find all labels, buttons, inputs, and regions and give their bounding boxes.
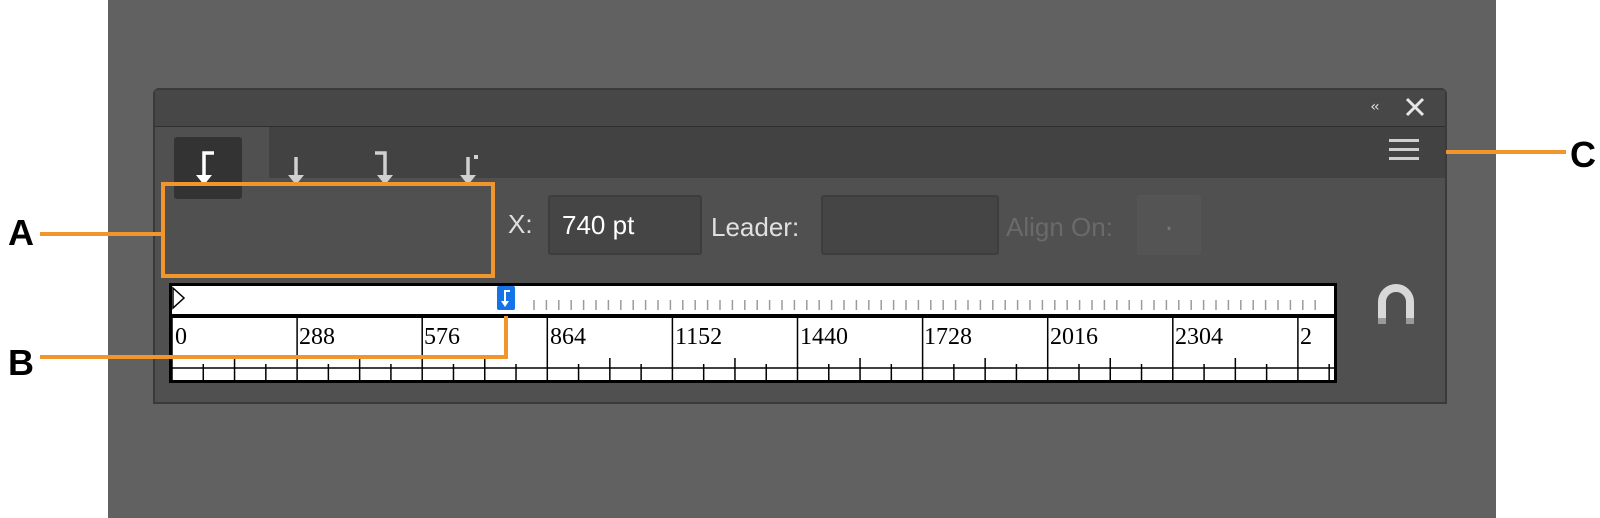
callout-a-highlight [161, 182, 495, 278]
double-chevron-left-icon[interactable]: ‹‹ [1363, 96, 1385, 118]
align-on-field[interactable]: . [1137, 195, 1201, 255]
panel-tab-strip: Tabs [155, 126, 1445, 179]
position-panel-above-text-frame-button[interactable] [1376, 282, 1416, 326]
align-on-label: Align On: [1006, 212, 1113, 242]
tab-stop-marker[interactable] [497, 286, 515, 310]
close-icon[interactable] [1403, 95, 1427, 119]
ruler-label: 1152 [675, 324, 723, 350]
ruler-ticks [172, 318, 1334, 380]
ruler-label: 864 [550, 324, 586, 350]
callout-b-line [40, 355, 508, 359]
magnet-icon [1378, 284, 1414, 324]
ruler-label: 1728 [924, 324, 972, 350]
measurement-ruler: 0 288 576 864 1152 1440 1728 2016 2304 2 [169, 317, 1337, 383]
ruler-label: 2016 [1050, 324, 1098, 350]
x-position-label: X: [508, 209, 533, 239]
hamburger-menu-icon[interactable] [1389, 139, 1421, 165]
ruler-label: 2 [1300, 324, 1312, 350]
panel-titlebar[interactable]: ‹‹ [155, 90, 1445, 126]
leader-label: Leader: [711, 212, 800, 242]
x-position-field[interactable]: 740 pt [548, 195, 702, 255]
left-justified-tab-icon [501, 290, 510, 307]
ruler-label: 576 [424, 324, 460, 350]
callout-b-label: B [8, 342, 34, 383]
callout-c-line [1446, 150, 1566, 154]
ruler-label: 0 [175, 324, 187, 350]
ruler-fine-ticks [172, 286, 1316, 310]
indent-marker-icon [172, 286, 186, 310]
ruler-label: 288 [299, 324, 335, 350]
ruler-label: 1440 [800, 324, 848, 350]
callout-c-label: C [1570, 134, 1596, 175]
callout-b-connector [504, 316, 508, 359]
ruler-label: 2304 [1175, 324, 1223, 350]
callout-a-label: A [8, 212, 34, 253]
tab-ruler-strip[interactable] [169, 283, 1337, 317]
callout-a-line [40, 232, 162, 236]
leader-field[interactable] [821, 195, 999, 255]
